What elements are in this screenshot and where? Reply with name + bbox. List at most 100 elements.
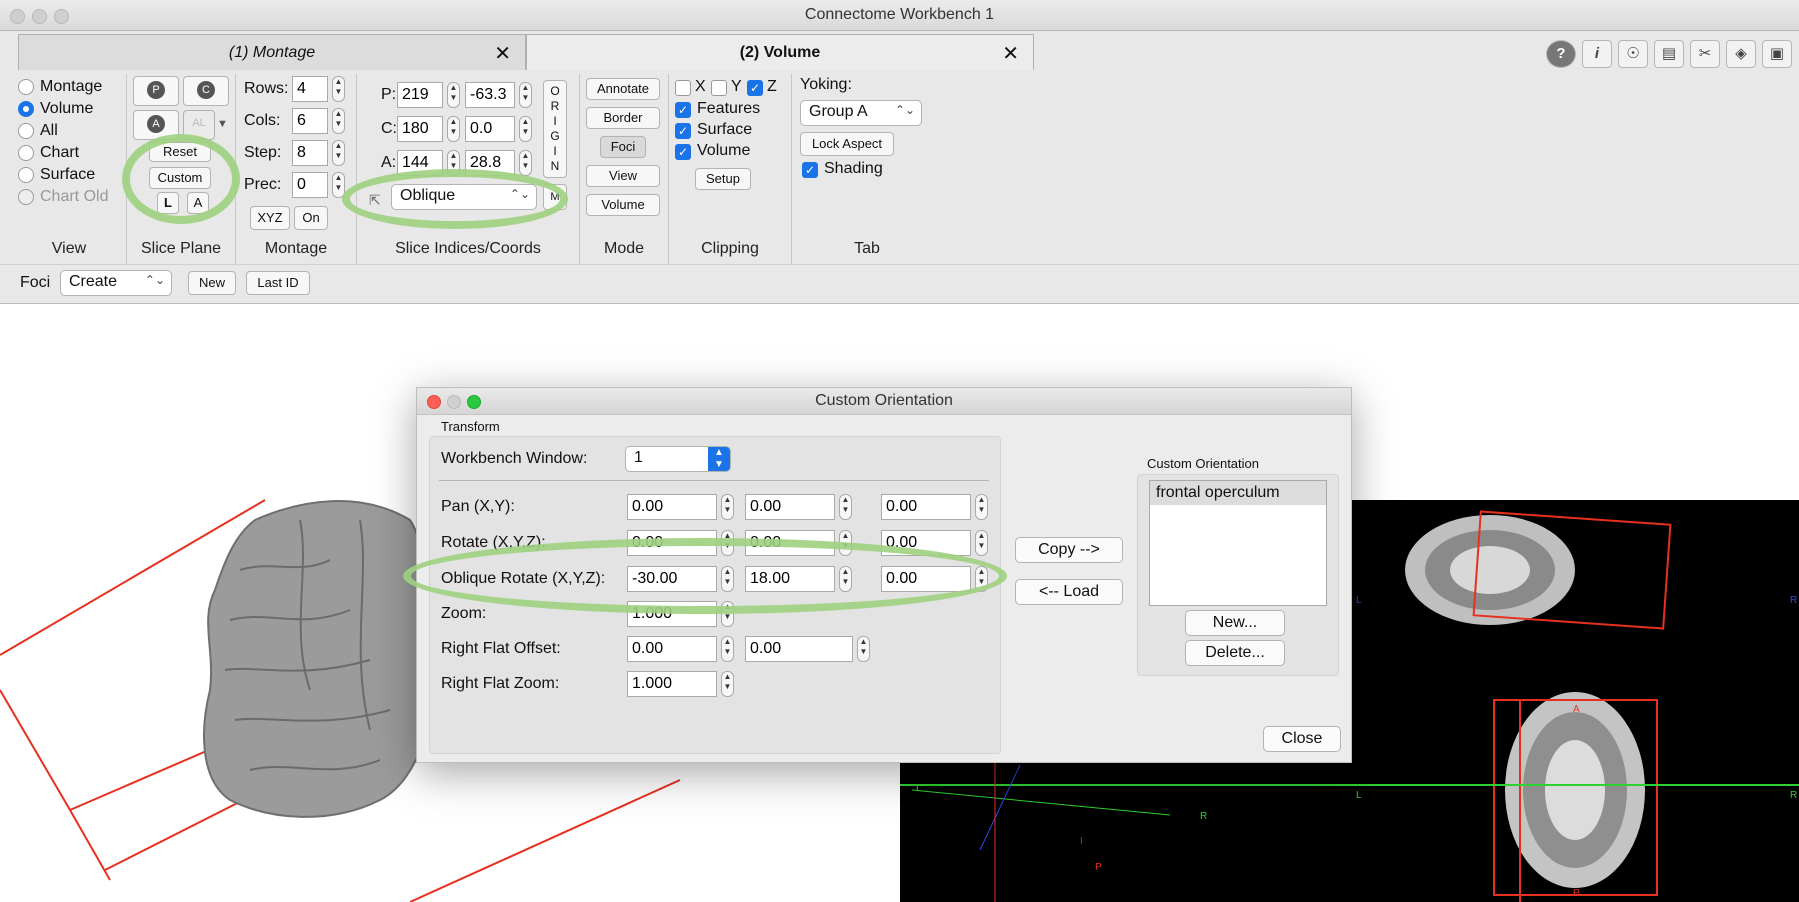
close-button[interactable]: Close [1263, 726, 1341, 752]
rotate-z-stepper[interactable]: ▲ ▼ [975, 530, 988, 556]
delete-orientation-button[interactable]: Delete... [1185, 640, 1285, 666]
slice-plane-axial-button[interactable]: A [133, 110, 179, 140]
slice-plane-layout-right-button[interactable]: A [187, 192, 209, 214]
montage-prec-stepper[interactable]: ▲ ▼ [332, 172, 345, 198]
slice-p-index-input[interactable] [397, 82, 443, 108]
oblique-x-stepper[interactable]: ▲ ▼ [721, 566, 734, 592]
custom-orientation-list[interactable]: frontal operculum [1149, 480, 1327, 606]
rotate-x-input[interactable] [627, 530, 717, 556]
mode-border-button[interactable]: Border [586, 107, 660, 129]
montage-cols-input[interactable] [292, 108, 328, 134]
rotate-y-stepper[interactable]: ▲ ▼ [839, 530, 852, 556]
montage-step-stepper[interactable]: ▲ ▼ [332, 140, 345, 166]
montage-rows-input[interactable] [292, 76, 328, 102]
slice-a-coord-input[interactable] [465, 150, 515, 176]
rotate-z-input[interactable] [881, 530, 971, 556]
montage-rows-stepper[interactable]: ▲ ▼ [332, 76, 345, 102]
view-radio-volume[interactable]: Volume [18, 100, 93, 118]
montage-on-button[interactable]: On [294, 206, 328, 230]
view-radio-surface[interactable]: Surface [18, 166, 95, 184]
oblique-y-input[interactable] [745, 566, 835, 592]
new-orientation-button[interactable]: New... [1185, 610, 1285, 636]
pan-x-input[interactable] [627, 494, 717, 520]
mode-foci-button[interactable]: Foci [600, 136, 646, 158]
montage-cols-stepper[interactable]: ▲ ▼ [332, 108, 345, 134]
foci-mode-select[interactable]: Create ⌃⌄ [60, 270, 172, 296]
oblique-z-input[interactable] [881, 566, 971, 592]
tab-montage[interactable]: (1) Montage ✕ [18, 34, 526, 70]
montage-xyz-button[interactable]: XYZ [250, 206, 290, 230]
clip-y-checkbox[interactable] [711, 80, 727, 96]
tab-volume[interactable]: (2) Volume ✕ [526, 34, 1034, 70]
right-flat-zoom-input[interactable] [627, 671, 717, 697]
slice-plane-custom-button[interactable]: Custom [149, 167, 211, 189]
identify-icon[interactable]: ☉ [1618, 40, 1648, 68]
rotate-y-input[interactable] [745, 530, 835, 556]
montage-step-input[interactable] [292, 140, 328, 166]
list-item[interactable]: frontal operculum [1150, 481, 1326, 505]
pan-y-input[interactable] [745, 494, 835, 520]
pan-x-stepper[interactable]: ▲ ▼ [721, 494, 734, 520]
clip-volume-checkbox[interactable]: ✓ [675, 144, 691, 160]
slice-plane-coronal-button[interactable]: C [183, 76, 229, 106]
view-radio-chart[interactable]: Chart [18, 144, 79, 162]
slice-c-coord-stepper[interactable]: ▲ ▼ [519, 116, 532, 142]
slice-a-coord-stepper[interactable]: ▲ ▼ [519, 150, 532, 176]
clip-surface-checkbox[interactable]: ✓ [675, 123, 691, 139]
pan-z-input[interactable] [881, 494, 971, 520]
origin-button[interactable]: O R I G I N [543, 80, 567, 178]
slice-c-index-input[interactable] [397, 116, 443, 142]
copy-button[interactable]: Copy --> [1015, 537, 1123, 563]
slice-p-coord-stepper[interactable]: ▲ ▼ [519, 82, 532, 108]
oblique-x-input[interactable] [627, 566, 717, 592]
slice-a-index-stepper[interactable]: ▲ ▼ [447, 150, 460, 176]
zoom-input[interactable] [627, 601, 717, 627]
tab-montage-close-icon[interactable]: ✕ [494, 41, 511, 66]
clip-z-checkbox[interactable]: ✓ [747, 80, 763, 96]
mode-view-button[interactable]: View [586, 165, 660, 187]
right-flat-offset-y-stepper[interactable]: ▲ ▼ [857, 636, 870, 662]
right-flat-zoom-stepper[interactable]: ▲ ▼ [721, 671, 734, 697]
tab-volume-close-icon[interactable]: ✕ [1002, 41, 1019, 66]
montage-prec-input[interactable] [292, 172, 328, 198]
slice-a-index-input[interactable] [397, 150, 443, 176]
shading-checkbox[interactable]: ✓ [802, 162, 818, 178]
info-icon[interactable]: i [1582, 40, 1612, 68]
yoking-select[interactable]: Group A ⌃⌄ [800, 100, 922, 126]
toolbox-icon[interactable]: ▣ [1762, 40, 1792, 68]
layers-icon[interactable]: ◈ [1726, 40, 1756, 68]
slice-plane-dropdown-icon[interactable]: ▼ [217, 118, 228, 130]
lock-aspect-button[interactable]: Lock Aspect [800, 132, 894, 156]
load-button[interactable]: <-- Load [1015, 579, 1123, 605]
workbench-window-select[interactable]: 1 ▲ ▼ [625, 446, 731, 472]
slice-m-button[interactable]: M [543, 184, 567, 210]
zoom-stepper[interactable]: ▲ ▼ [721, 601, 734, 627]
rotate-x-stepper[interactable]: ▲ ▼ [721, 530, 734, 556]
slice-plane-all-button[interactable]: AL [183, 110, 215, 140]
movie-icon[interactable]: ▤ [1654, 40, 1684, 68]
mode-annotate-button[interactable]: Annotate [586, 78, 660, 100]
slice-plane-parasagittal-button[interactable]: P [133, 76, 179, 106]
slice-p-index-stepper[interactable]: ▲ ▼ [447, 82, 460, 108]
pan-y-stepper[interactable]: ▲ ▼ [839, 494, 852, 520]
right-flat-offset-y-input[interactable] [745, 636, 853, 662]
clip-features-checkbox[interactable]: ✓ [675, 102, 691, 118]
slice-plane-layout-left-button[interactable]: L [157, 192, 179, 214]
right-flat-offset-x-input[interactable] [627, 636, 717, 662]
slice-p-coord-input[interactable] [465, 82, 515, 108]
oblique-y-stepper[interactable]: ▲ ▼ [839, 566, 852, 592]
clip-x-checkbox[interactable] [675, 80, 691, 96]
foci-new-button[interactable]: New [188, 271, 236, 295]
projection-select[interactable]: Oblique ⌃⌄ [391, 184, 537, 210]
tools-icon[interactable]: ✂ [1690, 40, 1720, 68]
slice-plane-reset-button[interactable]: Reset [149, 142, 211, 162]
mode-volume-button[interactable]: Volume [586, 194, 660, 216]
clip-setup-button[interactable]: Setup [695, 168, 751, 190]
view-radio-montage[interactable]: Montage [18, 78, 102, 96]
view-radio-all[interactable]: All [18, 122, 58, 140]
right-flat-offset-x-stepper[interactable]: ▲ ▼ [721, 636, 734, 662]
pan-z-stepper[interactable]: ▲ ▼ [975, 494, 988, 520]
slice-c-coord-input[interactable] [465, 116, 515, 142]
oblique-z-stepper[interactable]: ▲ ▼ [975, 566, 988, 592]
help-icon[interactable]: ? [1546, 40, 1576, 68]
